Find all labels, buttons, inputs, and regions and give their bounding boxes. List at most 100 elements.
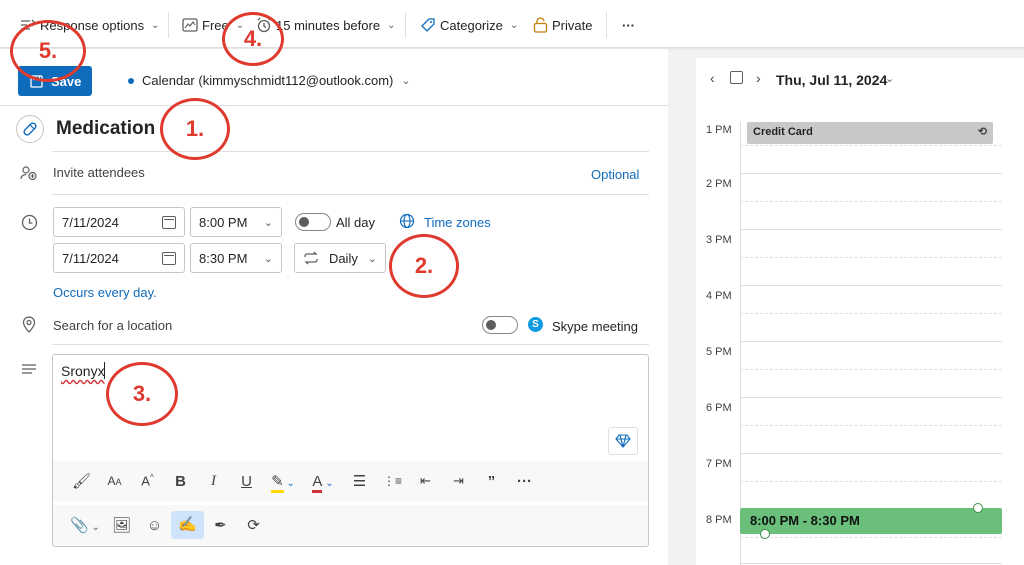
more-options-button[interactable]: ···	[622, 14, 635, 36]
calendar-color-dot	[128, 77, 134, 84]
more-formatting-icon[interactable]: ···	[508, 473, 541, 490]
calendar-event-draft[interactable]: 8:00 PM - 8:30 PM	[740, 508, 1002, 534]
half-hour-line	[740, 313, 1002, 314]
hour-line	[740, 341, 1002, 342]
optional-attendees-link[interactable]: Optional	[591, 167, 639, 182]
editor-assist-button[interactable]	[608, 427, 638, 455]
event-title-input[interactable]: Medication	[56, 118, 155, 140]
event-time-range: 8:00 PM - 8:30 PM	[750, 513, 860, 528]
body-text: Sronyx	[61, 363, 105, 379]
next-day-icon[interactable]: ›	[756, 70, 761, 86]
highlight-color-icon[interactable]: ✎ ⌄	[263, 472, 303, 493]
hour-line	[740, 563, 1002, 564]
attach-icon[interactable]: 📎 ⌄	[65, 516, 105, 534]
bold-icon[interactable]: B	[164, 473, 197, 490]
emoji-icon[interactable]: ☺	[138, 517, 171, 534]
chevron-down-icon: ⌄	[263, 216, 273, 229]
half-hour-line	[740, 257, 1002, 258]
repeat-value: Daily	[328, 250, 358, 266]
annotation-3: 3.	[106, 362, 178, 426]
time-gutter-line	[740, 122, 741, 565]
time-zones-link[interactable]: Time zones	[424, 215, 491, 230]
bullet-list-icon[interactable]: ☰	[343, 472, 376, 490]
hour-line	[740, 173, 1002, 174]
invite-attendees-input[interactable]: Invite attendees	[53, 165, 145, 180]
chevron-down-icon: ⌄	[367, 252, 377, 265]
toggle-knob	[299, 217, 309, 227]
skype-meeting-toggle[interactable]	[482, 316, 518, 334]
calendar-selector[interactable]: Calendar (kimmyschmidt112@outlook.com) ⌄	[128, 73, 411, 88]
calendar-icon	[162, 215, 176, 229]
insert-picture-icon[interactable]: 🖼	[105, 516, 138, 534]
categorize-button[interactable]: Categorize ⌄	[420, 14, 518, 36]
chevron-down-icon: ⌄	[401, 75, 411, 87]
hour-line	[740, 453, 1002, 454]
half-hour-line	[740, 425, 1002, 426]
increase-indent-icon[interactable]: ⇥	[442, 473, 475, 489]
apps-icon[interactable]: ⟳	[237, 516, 270, 534]
chevron-down-icon: ⌄	[509, 19, 519, 31]
all-day-toggle[interactable]	[295, 213, 331, 231]
end-date-field[interactable]: 7/11/2024	[53, 243, 185, 273]
location-input[interactable]: Search for a location	[53, 318, 172, 333]
divider	[52, 194, 649, 195]
start-time-field[interactable]: 8:00 PM ⌄	[190, 207, 282, 237]
hour-label: 7 PM	[706, 458, 732, 470]
editor-tools-icon[interactable]: ✍	[171, 511, 204, 539]
half-hour-line	[740, 537, 1002, 538]
tag-icon	[421, 18, 435, 32]
chevron-down-icon: ⌄	[263, 252, 273, 265]
half-hour-line	[740, 369, 1002, 370]
font-color-icon[interactable]: A ⌄	[303, 472, 343, 493]
previous-day-icon[interactable]: ‹	[710, 70, 715, 86]
format-painter-icon[interactable]: 🖌	[65, 472, 98, 490]
italic-icon[interactable]: I	[197, 473, 230, 490]
font-size-icon[interactable]: AA	[98, 474, 131, 488]
annotation-1: 1.	[160, 98, 230, 160]
start-date-field[interactable]: 7/11/2024	[53, 207, 185, 237]
recurrence-summary-link[interactable]: Occurs every day.	[53, 285, 157, 300]
clock-icon	[20, 213, 38, 231]
hour-label: 6 PM	[706, 402, 732, 414]
annotation-4: 4.	[222, 12, 284, 66]
hour-line	[740, 285, 1002, 286]
resize-handle-top[interactable]	[973, 503, 983, 513]
quote-icon[interactable]: ”	[475, 473, 508, 490]
end-time-field[interactable]: 8:30 PM ⌄	[190, 243, 282, 273]
signature-icon[interactable]: ✒	[204, 516, 237, 534]
hour-label: 3 PM	[706, 234, 732, 246]
repeat-icon	[304, 251, 318, 265]
day-calendar-pane: ‹ › Thu, Jul 11, 2024 ⌄ 1 PM 2 PM 3 PM 4…	[696, 58, 1024, 565]
skype-icon: S	[528, 317, 543, 332]
decrease-indent-icon[interactable]: ⇤	[409, 473, 442, 489]
resize-handle-bottom[interactable]	[760, 529, 770, 539]
globe-icon	[399, 213, 415, 232]
annotation-5: 5.	[10, 20, 86, 82]
toolbar-divider	[405, 12, 406, 38]
more-icon: ···	[622, 17, 635, 33]
calendar-header: ‹ › Thu, Jul 11, 2024 ⌄	[696, 58, 1024, 98]
grow-font-icon[interactable]: A^	[131, 473, 164, 488]
chevron-down-icon[interactable]: ⌄	[885, 72, 894, 85]
command-toolbar: Response options ⌄ Free ⌄ 15 minutes bef…	[0, 0, 1024, 48]
private-button[interactable]: Private	[533, 14, 592, 36]
today-calendar-icon[interactable]	[730, 71, 743, 84]
location-pin-icon	[20, 315, 38, 333]
numbered-list-icon[interactable]: ⋮≡	[376, 474, 409, 488]
underline-icon[interactable]: U	[230, 473, 263, 490]
hour-line	[740, 229, 1002, 230]
calendar-date-label[interactable]: Thu, Jul 11, 2024	[776, 72, 887, 88]
diamond-icon	[615, 434, 631, 448]
event-form: Save Calendar (kimmyschmidt112@outlook.c…	[0, 49, 668, 565]
divider	[0, 105, 668, 106]
repeat-dropdown[interactable]: Daily ⌄	[294, 243, 386, 273]
text-caret	[104, 362, 105, 379]
format-toolbar-row-1: 🖌 AA A^ B I U ✎ ⌄ A ⌄ ☰ ⋮≡ ⇤ ⇥ ” ···	[53, 461, 648, 501]
end-time-value: 8:30 PM	[199, 250, 248, 266]
divider	[52, 151, 649, 152]
calendar-event-credit-card[interactable]: Credit Card ⟲	[747, 122, 993, 144]
pill-icon	[16, 115, 44, 143]
lock-icon	[533, 17, 548, 33]
divider	[52, 344, 649, 345]
recurring-icon: ⟲	[977, 126, 987, 138]
